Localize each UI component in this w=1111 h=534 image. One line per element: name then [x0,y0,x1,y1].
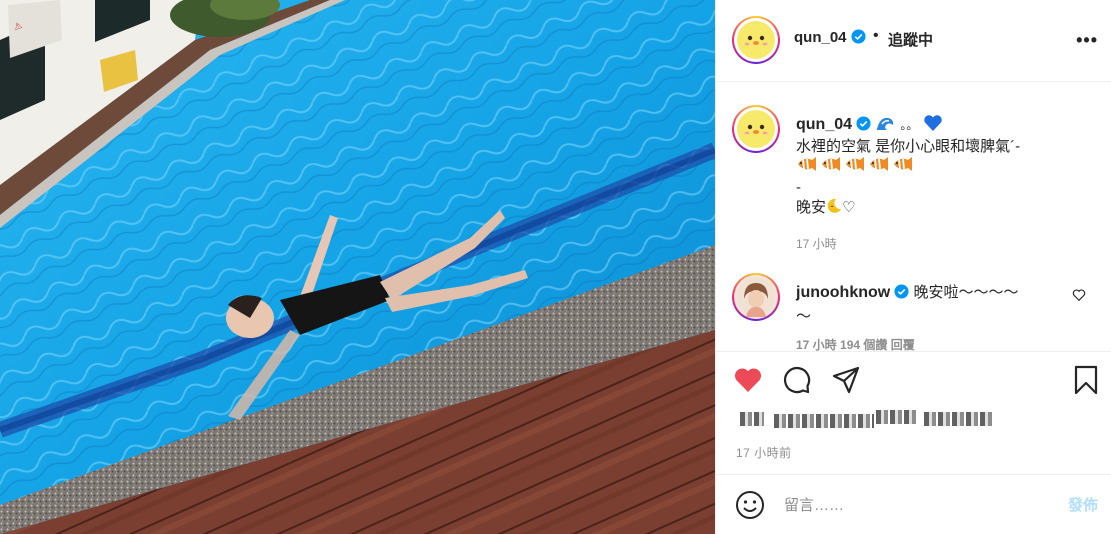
comments-list[interactable]: qun_04 。。 水裡的空氣 是你小心眼和壞脾氣´- - 晚安 ♡ 17 小時 [716,83,1111,351]
tropical-fish-icon [846,157,864,171]
heart-filled-icon[interactable] [732,364,764,396]
author-username[interactable]: qun_04 [794,29,866,46]
blue-heart-icon [924,115,942,131]
comment-1-text-cont: ～ [796,308,812,325]
post-photo[interactable]: ⚠ [0,0,715,534]
caption-line-2: 水裡的空氣 是你小心眼和壞脾氣´- [796,138,1021,155]
caption-heart-text: ♡ [842,199,856,216]
chick-avatar-icon [737,21,775,59]
caption-dots: 。。 [900,118,919,132]
verified-badge-icon [894,284,909,299]
caption-goodnight-text: 晚安 [796,199,827,216]
chick-avatar-icon [737,110,775,148]
sleepy-moon-icon [827,198,842,213]
post-comment-button[interactable]: 發佈 [1068,494,1098,515]
author-username-text[interactable]: qun_04 [794,29,847,46]
caption-avatar[interactable] [732,105,780,153]
action-section: 17 小時前 發佈 [716,351,1111,533]
comment-like-heart-icon[interactable] [1072,288,1086,302]
add-comment-bar: 發佈 [716,474,1111,534]
ellipsis-icon[interactable]: ••• [1076,30,1098,51]
caption-header: qun_04 。。 [796,114,943,134]
verified-badge-icon [856,116,871,131]
header-separator: • [873,27,879,44]
caption-username[interactable]: qun_04 [796,116,852,133]
post-sidebar: qun_04 • 追蹤中 ••• qun_04 。。 水裡的空氣 是你小心眼和壞… [715,0,1111,534]
comment-1-username[interactable]: junoohknow [796,284,890,301]
caption-line-5: 晚安 ♡ [796,196,855,217]
comment-1-line-1: junoohknow 晚安啦～～～～ [796,281,1019,302]
comment-bubble-icon[interactable] [780,364,812,396]
caption-line-4: - [796,179,801,196]
tropical-fish-icon [870,157,888,171]
tropical-fish-icon [798,157,816,171]
bookmark-icon[interactable] [1070,364,1102,396]
paper-plane-icon[interactable] [830,364,862,396]
user-photo-avatar [737,278,775,317]
author-avatar[interactable] [732,16,780,64]
comment-1-meta[interactable]: 17 小時 194 個讚 回覆 [796,336,915,351]
commenter-avatar[interactable] [732,273,780,321]
caption-fish-row [796,155,916,174]
wave-emoji-icon [876,117,894,130]
post-header: qun_04 • 追蹤中 ••• [716,0,1111,82]
post-timestamp[interactable]: 17 小時前 [736,444,792,461]
pool-photo-image: ⚠ [0,0,715,534]
liked-by-text[interactable] [736,408,1016,432]
emoji-smile-icon[interactable] [734,489,766,521]
tropical-fish-icon [894,157,912,171]
tropical-fish-icon [822,157,840,171]
caption-timestamp[interactable]: 17 小時 [796,235,837,252]
verified-badge-icon [851,29,866,44]
comment-input[interactable] [784,492,1054,518]
comment-1-text: 晚安啦～～～～ [913,284,1019,301]
following-button[interactable]: 追蹤中 [888,29,933,50]
